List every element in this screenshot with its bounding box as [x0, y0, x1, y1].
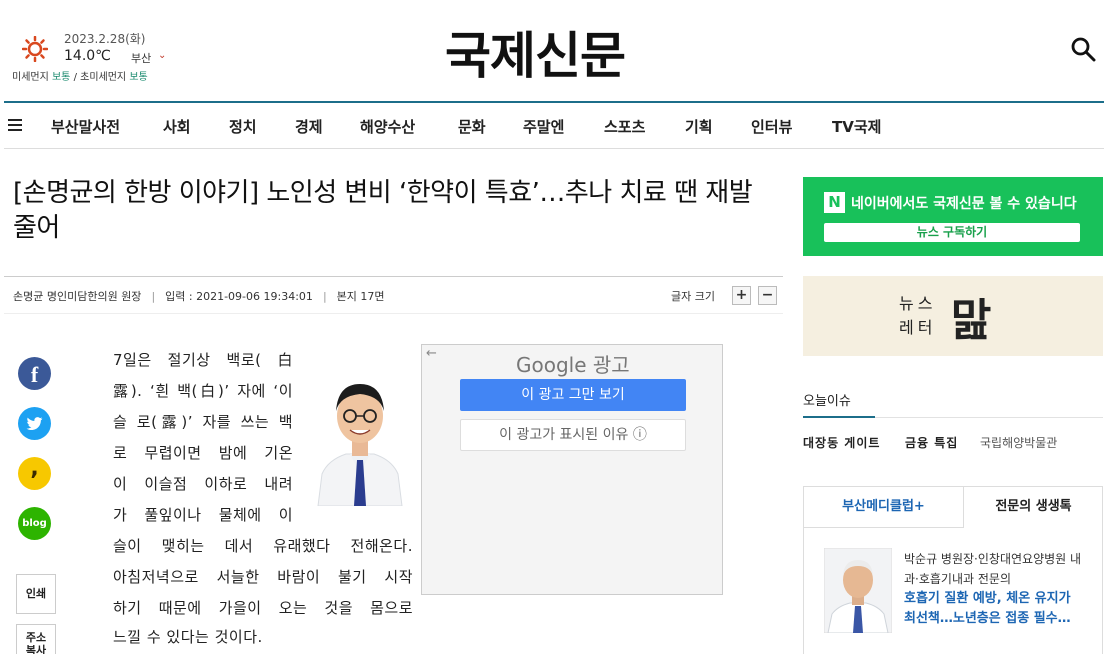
ad-block: ← Google 광고 이 광고 그만 보기 이 광고가 표시된 이유 ⓘ	[421, 344, 723, 595]
font-increase-button[interactable]: +	[732, 286, 751, 305]
newsletter-label: 뉴스 레터	[899, 294, 937, 337]
ultra-dust-label: 초미세먼지	[80, 72, 130, 83]
issue-tag[interactable]: 국립해양박물관	[980, 434, 1057, 451]
body-line: 슬 로(露)’ 자를 쓰는 백	[113, 413, 293, 431]
article-page: 본지 17면	[336, 290, 385, 303]
issue-active-indicator	[803, 416, 875, 418]
print-button[interactable]: 인쇄	[16, 574, 56, 614]
body-line: 로 무렵이면 밤에 기온	[113, 444, 293, 462]
body-line: 슬이 맺히는 데서 유래했다 전해온다.	[113, 537, 413, 555]
copy-url-button[interactable]: 주소 복사	[16, 624, 56, 654]
menu-icon[interactable]	[8, 119, 22, 131]
nav-item-politics[interactable]: 정치	[229, 116, 257, 137]
weather-temperature: 14.0℃	[64, 48, 111, 64]
naver-subscribe-banner[interactable]: N 네이버에서도 국제신문 볼 수 있습니다 뉴스 구독하기	[803, 177, 1103, 256]
body-line: 露). ‘흰 백(白)’ 자에 ‘이	[113, 382, 293, 400]
body-line: 이 이슬점 이하로 내려	[113, 475, 293, 493]
stop-seeing-ad-button[interactable]: 이 광고 그만 보기	[460, 379, 686, 411]
main-nav: 부산말사전 사회 정치 경제 해양수산 문화 주말엔 스포츠 기획 인터뷰 TV…	[4, 103, 1104, 149]
body-line: 가 풀잎이나 물체에 이	[113, 506, 293, 524]
doctor-headline[interactable]: 호흡기 질환 예방, 체온 유지가 최선책…노년층은 접종 필수…	[904, 589, 1084, 629]
nav-item-ocean[interactable]: 해양수산	[360, 116, 415, 137]
nav-item-busan-dictionary[interactable]: 부산말사전	[51, 116, 120, 137]
font-size-label: 글자 크기	[671, 290, 715, 303]
dust-label: 미세먼지	[12, 72, 52, 83]
body-line: 하기 때문에 가을이 오는 것을 몸으로	[113, 599, 413, 617]
nav-item-planning[interactable]: 기획	[685, 116, 713, 137]
issue-tag[interactable]: 대장동 게이트	[803, 434, 880, 451]
tab-specialist-talk[interactable]: 전문의 생생톡	[964, 487, 1103, 528]
back-arrow-icon[interactable]: ←	[426, 346, 437, 361]
nav-item-economy[interactable]: 경제	[295, 116, 323, 137]
blog-share-button[interactable]: blog	[18, 507, 51, 540]
medical-club-box: 부산메디클럽+ 전문의 생생톡 박순규 병원장·인창대연요양병원 내과·호흡기내…	[803, 486, 1103, 654]
naver-banner-text: 네이버에서도 국제신문 볼 수 있습니다	[851, 196, 1077, 212]
nav-item-interview[interactable]: 인터뷰	[751, 116, 792, 137]
search-icon[interactable]	[1070, 36, 1096, 62]
chevron-down-icon[interactable]: ⌄	[158, 50, 166, 61]
naver-icon: N	[824, 192, 845, 213]
nav-item-society[interactable]: 사회	[163, 116, 191, 137]
nav-item-tv[interactable]: TV국제	[832, 116, 881, 137]
tab-busan-medi-club[interactable]: 부산메디클럽+	[804, 487, 964, 528]
news-subscribe-button[interactable]: 뉴스 구독하기	[824, 223, 1080, 242]
meta-separator: |	[322, 290, 327, 303]
issue-tag[interactable]: 금융 특집	[905, 434, 958, 451]
google-wordmark: Google	[516, 353, 587, 377]
body-line: 7일은 절기상 백로( 白	[113, 351, 293, 369]
air-quality: 미세먼지 보통 / 초미세먼지 보통	[12, 68, 148, 83]
weather-widget: 2023.2.28(화) 14.0℃ 부산 ⌄ 미세먼지 보통 / 초미세먼지 …	[10, 28, 210, 86]
ad-label: 광고	[586, 353, 630, 377]
font-decrease-button[interactable]: −	[758, 286, 777, 305]
weather-date: 2023.2.28(화)	[64, 32, 146, 46]
kakao-share-button[interactable]: ,	[18, 457, 51, 490]
article-title: [손명균의 한방 이야기] 노인성 변비 ‘한약이 특효’…추나 치료 땐 재발…	[13, 178, 753, 243]
twitter-share-button[interactable]	[18, 407, 51, 440]
article-published: 입력 : 2021-09-06 19:34:01	[165, 290, 313, 303]
today-issue-heading[interactable]: 오늘이슈	[803, 390, 851, 409]
doctor-info[interactable]: 박순규 병원장·인창대연요양병원 내과·호흡기내과 전문의	[904, 549, 1084, 589]
meta-separator: |	[151, 290, 156, 303]
article-meta: 손명균 명인미담한의원 원장 | 입력 : 2021-09-06 19:34:01 |…	[4, 276, 783, 314]
ad-google-label: Google 광고	[516, 349, 630, 378]
dust-value: 보통	[51, 72, 71, 83]
nav-item-weekend[interactable]: 주말엔	[523, 116, 564, 137]
dust-separator: /	[70, 72, 81, 83]
city-selector[interactable]: 부산	[131, 50, 151, 66]
author-photo	[310, 356, 410, 506]
newsletter-banner[interactable]: 뉴스 레터 맖	[803, 276, 1103, 356]
body-line: 아침저녁으로 서늘한 바람이 불기 시작	[113, 568, 413, 586]
sun-icon	[22, 36, 48, 62]
nav-item-sports[interactable]: 스포츠	[604, 116, 645, 137]
doctor-photo[interactable]	[824, 548, 892, 633]
site-logo[interactable]: 국제신문	[445, 16, 626, 88]
ultra-dust-value: 보통	[129, 72, 148, 83]
newsletter-logo: 맖	[951, 295, 992, 346]
facebook-share-button[interactable]: f	[18, 357, 51, 390]
article-author: 손명균 명인미담한의원 원장	[13, 290, 142, 303]
why-this-ad-button[interactable]: 이 광고가 표시된 이유 ⓘ	[460, 419, 686, 451]
body-line: 느낄 수 있다는 것이다.	[113, 628, 263, 646]
twitter-icon	[26, 417, 43, 430]
nav-item-culture[interactable]: 문화	[458, 116, 486, 137]
